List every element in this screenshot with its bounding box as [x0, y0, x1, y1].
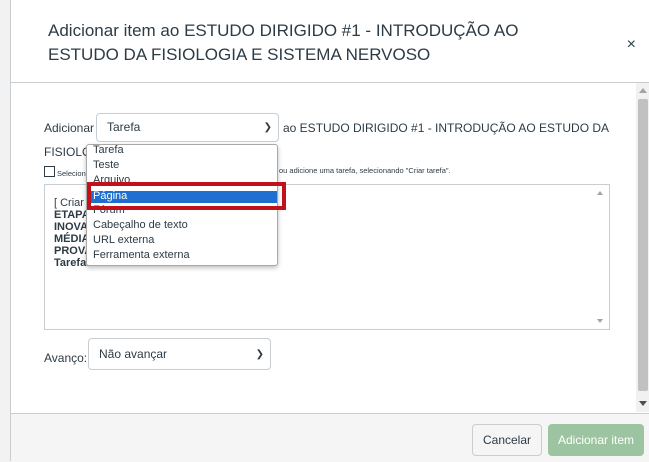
dropdown-option[interactable]: Fórum [87, 205, 277, 216]
scroll-up-icon[interactable] [597, 191, 603, 195]
close-icon[interactable]: × [627, 36, 636, 54]
chevron-down-icon: ❯ [255, 349, 264, 360]
cancel-button[interactable]: Cancelar [472, 424, 542, 456]
dropdown-option[interactable]: Teste [87, 160, 277, 171]
advance-value: Não avançar [99, 347, 168, 361]
dialog-header: Adicionar item ao ESTUDO DIRIGIDO #1 - I… [11, 0, 649, 83]
dropdown-option[interactable]: Arquivo [87, 175, 277, 186]
destination-text: ao ESTUDO DIRIGIDO #1 - INTRODUÇÃO AO ES… [283, 121, 610, 135]
advance-label: Avanço: [44, 351, 88, 365]
add-item-button[interactable]: Adicionar item [548, 424, 644, 456]
list-item[interactable]: [ Criar [54, 197, 84, 209]
dropdown-option[interactable]: Ferramenta externa [87, 250, 277, 261]
hint-text-right: ou adicione uma tarefa, selecionando "Cr… [279, 166, 451, 175]
item-type-value: Tarefa [107, 120, 141, 134]
hint-text: Selecione [44, 166, 90, 178]
scroll-thumb[interactable] [638, 99, 648, 391]
dropdown-option[interactable]: Cabeçalho de texto [87, 220, 277, 231]
chevron-down-icon: ❯ [263, 122, 272, 133]
dropdown-option[interactable]: Página [87, 191, 277, 203]
dialog-scrollbar[interactable] [636, 83, 649, 412]
dialog-footer: Cancelar Adicionar item [11, 413, 649, 462]
advance-select[interactable]: Não avançar ❯ [88, 338, 271, 370]
list-item[interactable]: INOVA [54, 221, 88, 233]
scroll-down-icon[interactable] [639, 401, 647, 406]
item-type-dropdown[interactable]: Tarefa Teste Arquivo Página Fórum Cabeçalho d… [86, 144, 278, 266]
scroll-up-icon[interactable] [639, 88, 647, 93]
item-type-select[interactable]: Tarefa ❯ [96, 113, 279, 142]
dropdown-option[interactable]: URL externa [87, 235, 277, 246]
dialog-title: Adicionar item ao ESTUDO DIRIGIDO #1 - I… [48, 21, 519, 64]
edit-icon [44, 166, 55, 177]
dropdown-option[interactable]: Tarefa [87, 145, 277, 156]
add-label: Adicionar [44, 121, 95, 135]
scroll-down-icon[interactable] [597, 319, 603, 323]
